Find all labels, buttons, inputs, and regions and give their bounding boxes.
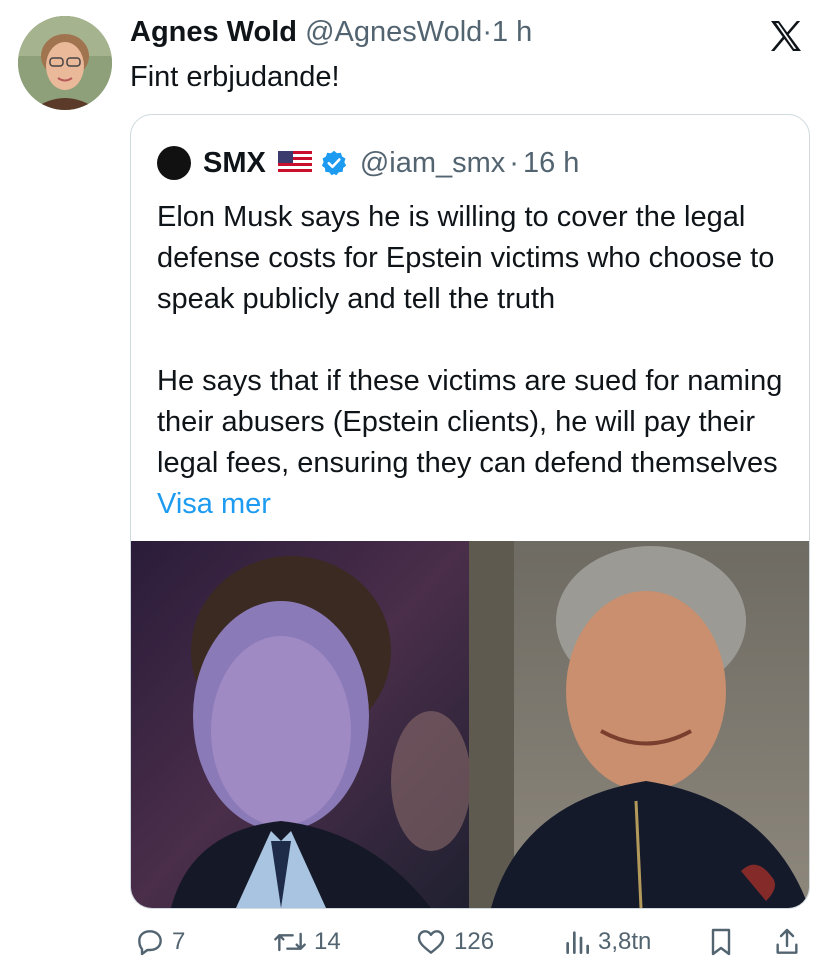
bookmark-icon xyxy=(711,928,731,956)
views-icon xyxy=(566,931,589,954)
share-button[interactable] xyxy=(772,922,808,962)
reply-button[interactable]: 7 xyxy=(134,922,185,962)
repost-count: 14 xyxy=(314,928,341,955)
tweet-time[interactable]: 1 h xyxy=(492,16,532,48)
show-more-link[interactable]: Visa mer xyxy=(157,488,271,520)
quoted-paragraph-2: He says that if these victims are sued f… xyxy=(157,361,797,525)
repost-icon xyxy=(274,932,306,952)
quoted-paragraph-2-text: He says that if these victims are sued f… xyxy=(157,365,783,479)
like-button[interactable]: 126 xyxy=(414,922,494,962)
meta-separator: · xyxy=(482,16,492,48)
quoted-time[interactable]: 16 h xyxy=(523,147,579,180)
author-handle[interactable]: @AgnesWold xyxy=(305,16,482,48)
like-icon xyxy=(417,930,445,954)
reply-icon xyxy=(138,930,162,956)
views-count: 3,8tn xyxy=(598,928,652,955)
us-flag-icon xyxy=(277,151,312,175)
author-avatar[interactable] xyxy=(18,16,112,110)
quoted-text: Elon Musk says he is willing to cover th… xyxy=(157,197,797,525)
quoted-separator: · xyxy=(509,146,519,179)
quoted-header: SMX @iam_smx · 16 h xyxy=(157,145,579,181)
quoted-author-name[interactable]: SMX xyxy=(203,147,266,180)
reply-count: 7 xyxy=(172,928,186,955)
quoted-author-handle[interactable]: @iam_smx xyxy=(360,147,505,180)
author-name[interactable]: Agnes Wold xyxy=(130,16,297,48)
avatar-photo xyxy=(18,16,112,110)
share-icon xyxy=(776,928,798,954)
quoted-avatar[interactable] xyxy=(157,146,191,180)
quoted-tweet[interactable]: SMX @iam_smx · 16 h Elon Musk says he is w… xyxy=(130,114,810,909)
views-button[interactable]: 3,8tn xyxy=(562,922,651,962)
action-bar: 7 14 126 3,8tn xyxy=(0,922,828,962)
tweet-text: Fint erbjudande! xyxy=(130,61,340,93)
repost-button[interactable]: 14 xyxy=(272,922,341,962)
quoted-paragraph-1: Elon Musk says he is willing to cover th… xyxy=(157,201,775,315)
tweet-header: Agnes Wold @AgnesWold·1 h xyxy=(130,14,532,50)
like-count: 126 xyxy=(454,928,495,955)
quoted-media-image[interactable] xyxy=(131,541,809,908)
bookmark-button[interactable] xyxy=(706,922,742,962)
verified-badge-icon xyxy=(321,150,346,176)
x-logo-icon[interactable] xyxy=(766,16,806,56)
